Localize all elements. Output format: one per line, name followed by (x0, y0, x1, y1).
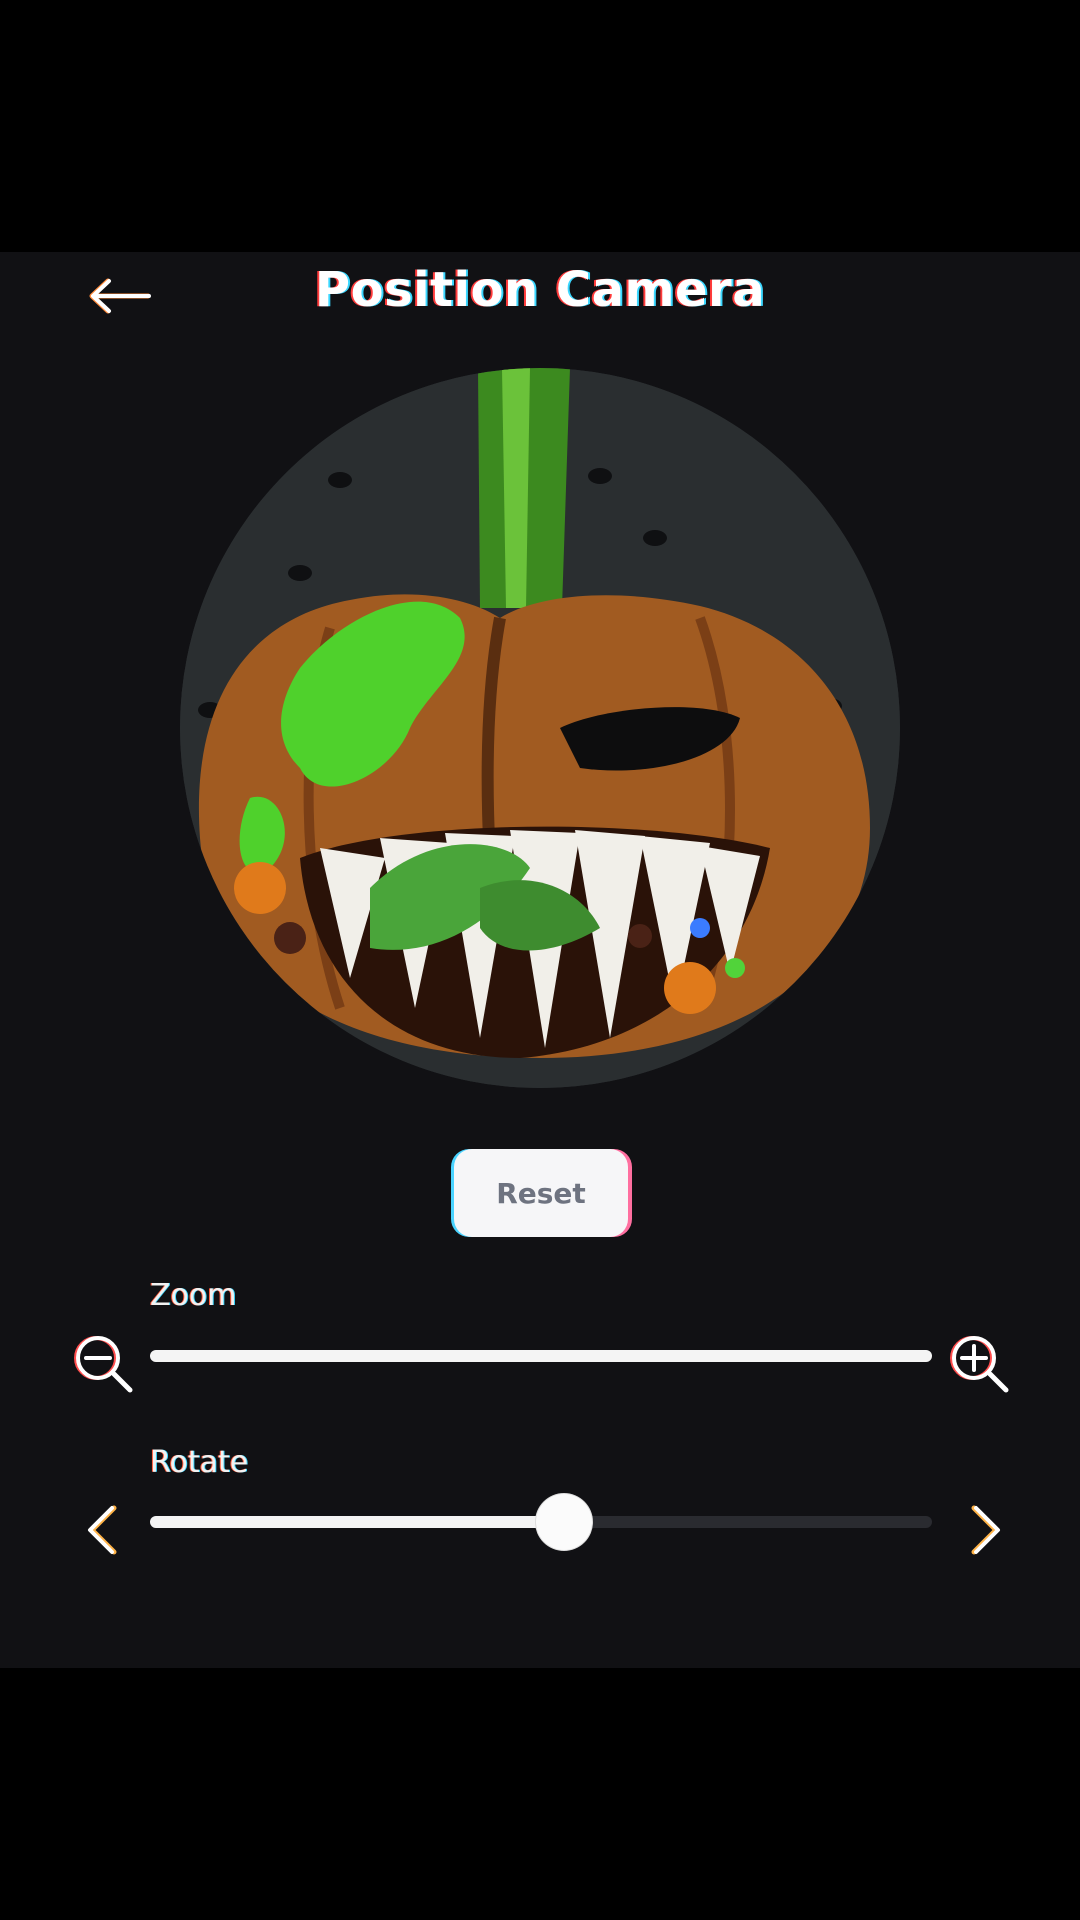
rotate-left-button[interactable] (72, 1498, 136, 1562)
zoom-slider[interactable] (150, 1350, 932, 1362)
chevron-right-icon (971, 1505, 1000, 1555)
rotate-right-button[interactable] (952, 1498, 1016, 1562)
bottom-letterbox (0, 1668, 1080, 1920)
top-letterbox (0, 0, 1080, 252)
pumpkin-avatar-image (180, 368, 900, 1088)
rotate-slider-fill (150, 1516, 565, 1528)
rotate-label: Rotate (150, 1445, 249, 1480)
zoom-label: Zoom (150, 1278, 237, 1313)
chevron-left-icon (88, 1505, 117, 1555)
reset-button[interactable]: Reset (454, 1149, 628, 1237)
avatar-preview[interactable] (180, 368, 900, 1088)
zoom-out-button[interactable] (72, 1332, 136, 1396)
rotate-slider[interactable] (150, 1494, 932, 1550)
zoom-in-icon (950, 1336, 1009, 1393)
zoom-slider-fill (150, 1350, 932, 1362)
zoom-in-button[interactable] (948, 1332, 1012, 1396)
zoom-out-icon (74, 1336, 133, 1393)
page-title: Position Camera (314, 262, 766, 318)
